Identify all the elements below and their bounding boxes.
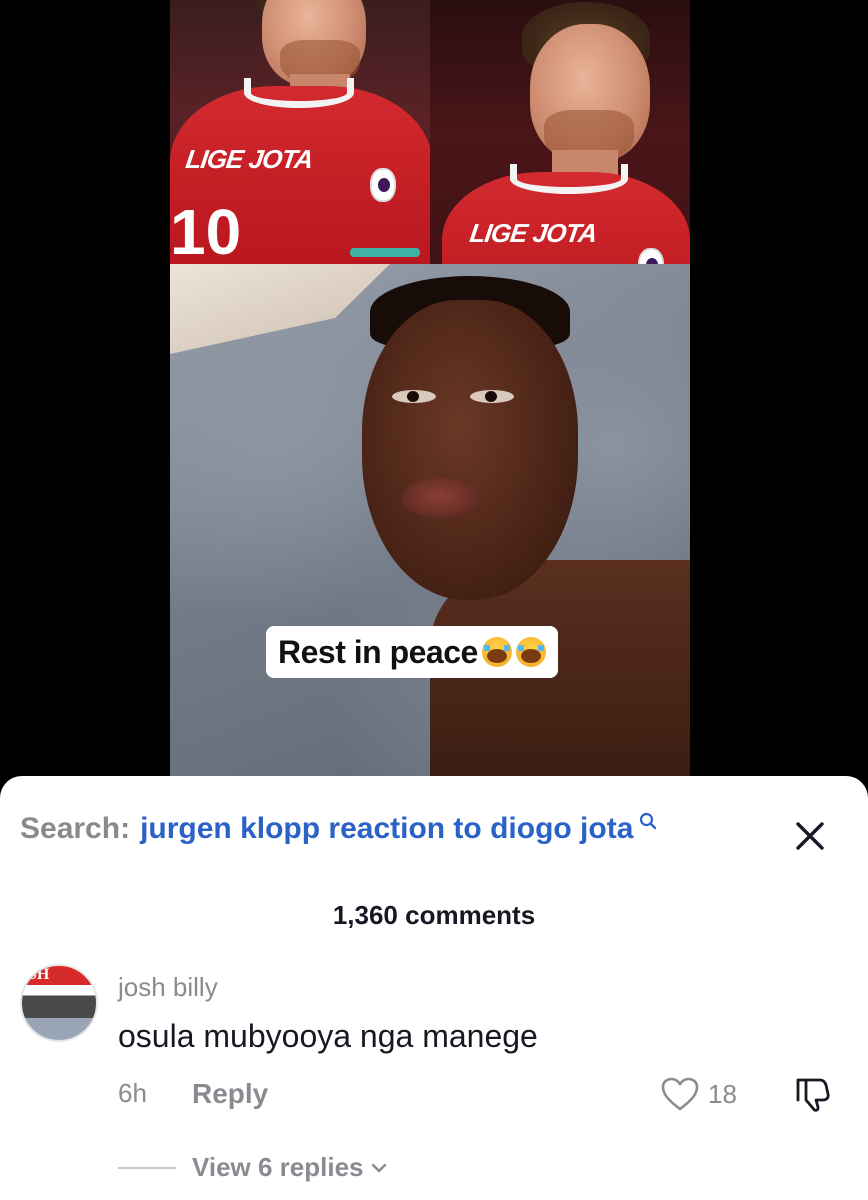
video-player[interactable]: LIGE JOTA 10 LIGE JOTA 10 Rest in peace [0,0,868,800]
search-label: Search: [20,812,131,845]
jersey-name: LIGE JOTA [467,218,599,248]
heart-icon [661,1077,699,1111]
comment-username[interactable]: josh billy [118,972,218,1003]
video-caption: Rest in peace [266,626,558,678]
close-icon[interactable] [790,816,830,856]
jersey-number: 10 [170,196,242,264]
crying-face-icon [481,637,512,667]
chevron-down-icon [371,1163,386,1172]
view-replies[interactable]: View 6 replies [118,1152,388,1183]
video-frame: LIGE JOTA 10 LIGE JOTA 10 Rest in peace [170,0,690,776]
thumbs-down-icon[interactable] [792,1074,832,1114]
avatar-logo-text: SH [28,966,50,983]
search-suggestion[interactable]: Search: jurgen klopp reaction to diogo j… [20,812,657,846]
replies-divider [118,1166,176,1169]
crying-face-icon [515,637,546,667]
league-badge-icon [370,168,396,202]
like-button[interactable]: 18 [660,1076,737,1112]
view-replies-label[interactable]: View 6 replies [192,1152,364,1183]
caption-text: Rest in peace [278,633,478,670]
search-icon[interactable] [639,812,657,830]
comments-sheet: Search: jurgen klopp reaction to diogo j… [0,776,868,1200]
comment-timestamp: 6h [118,1078,147,1108]
player-photo-left: LIGE JOTA 10 [170,0,432,264]
reply-button[interactable]: Reply [192,1078,268,1110]
comment-text: osula mubyooya nga manege [118,1018,538,1054]
search-query-link[interactable]: jurgen klopp reaction to diogo jota [140,812,633,846]
reaction-face [362,300,578,600]
comment-count: 1,360 comments [332,900,536,930]
like-count: 18 [708,1078,737,1109]
avatar[interactable]: SH [20,964,98,1042]
jersey-name: LIGE JOTA [183,144,315,174]
